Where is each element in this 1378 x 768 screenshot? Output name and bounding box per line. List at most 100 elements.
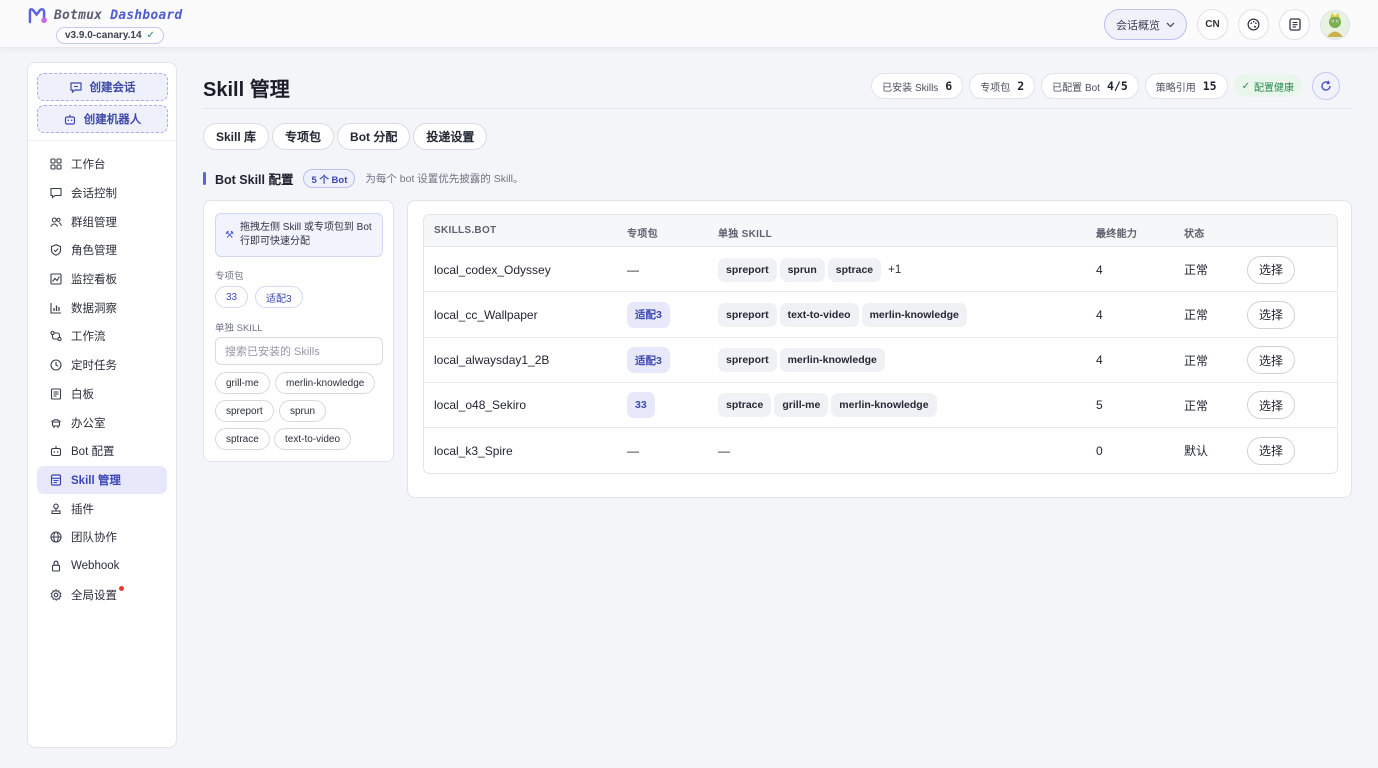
bar-chart-icon (50, 302, 61, 314)
pack-chip[interactable]: 33 (215, 286, 249, 308)
sidebar-item-label: 办公室 (71, 417, 106, 430)
tab-delivery-settings[interactable]: 投递设置 (413, 123, 488, 150)
column-header-bot: SKILLS.BOT (434, 225, 497, 236)
tab-bot-assignment[interactable]: Bot 分配 (337, 123, 411, 150)
language-button[interactable]: CN (1197, 9, 1228, 40)
palette-icon (1247, 18, 1260, 31)
select-button[interactable]: 选择 (1247, 391, 1295, 420)
avatar[interactable] (1320, 9, 1350, 40)
table-row[interactable]: local_alwaysday1_2B 适配3 spreport merlin-… (424, 338, 1337, 383)
notes-icon (1288, 18, 1301, 31)
sidebar-item-scheduled-tasks[interactable]: 定时任务 (37, 351, 167, 380)
sidebar-item-label: Webhook (71, 559, 120, 572)
session-overview-label: 会话概览 (1116, 19, 1160, 32)
capability-value: 0 (1096, 443, 1103, 458)
stat-policy-refs[interactable]: 策略引用 15 (1144, 73, 1228, 99)
sidebar-item-workflow[interactable]: 工作流 (37, 322, 167, 351)
refresh-button[interactable] (1312, 72, 1340, 100)
sidebar-item-insights[interactable]: 数据洞察 (37, 293, 167, 322)
bot-name: local_codex_Odyssey (434, 262, 551, 277)
gear-icon (50, 588, 62, 601)
sidebar-item-label: 群组管理 (71, 216, 117, 229)
tab-skill-library[interactable]: Skill 库 (203, 123, 270, 150)
table-row[interactable]: local_o48_Sekiro 33 sptrace grill-me mer… (424, 383, 1337, 429)
sidebar-item-label: 数据洞察 (71, 302, 117, 315)
status-value: 正常 (1184, 308, 1209, 323)
stat-installed-skills[interactable]: 已安装 Skills 6 (871, 73, 964, 99)
sidebar-item-skill-management[interactable]: Skill 管理 (37, 465, 167, 495)
app-title-suffix: Dashboard (110, 8, 183, 23)
status-value: 默认 (1184, 444, 1209, 459)
select-button[interactable]: 选择 (1247, 300, 1295, 329)
brand[interactable]: Botmux Dashboard (28, 7, 182, 24)
skill-chip[interactable]: sptrace (215, 428, 270, 450)
pack-chip[interactable]: 适配3 (255, 286, 303, 308)
skill-search-input[interactable]: 搜索已安装的 Skills (215, 337, 383, 365)
column-header-capability: 最终能力 (1096, 229, 1138, 240)
version-text: v3.9.0-canary.14 (65, 30, 142, 41)
table-row[interactable]: local_cc_Wallpaper 适配3 spreport text-to-… (424, 292, 1337, 338)
sidebar-item-webhook[interactable]: Webhook (37, 552, 167, 581)
capability-value: 4 (1096, 262, 1103, 277)
sidebar-item-roles[interactable]: 角色管理 (37, 236, 167, 265)
skill-chip[interactable]: text-to-video (274, 428, 352, 450)
sidebar-item-bot-config[interactable]: Bot 配置 (37, 437, 167, 466)
notes-button[interactable] (1279, 9, 1310, 40)
skill-chip[interactable]: grill-me (215, 372, 270, 394)
group-icon (50, 217, 62, 227)
bot-name: local_k3_Spire (434, 443, 513, 458)
sidebar-item-session-control[interactable]: 会话控制 (37, 179, 167, 208)
stat-configured-bots[interactable]: 已配置 Bot 4/5 (1041, 73, 1139, 99)
version-badge: v3.9.0-canary.14 ✓ (56, 27, 164, 44)
skill-chip[interactable]: spreport (215, 400, 274, 422)
create-session-button[interactable]: 创建会话 (37, 73, 168, 101)
skill-pill: merlin-knowledge (861, 302, 967, 327)
pack-cell: 33 (627, 383, 655, 428)
sidebar-item-team[interactable]: 团队协作 (37, 523, 167, 552)
health-label: 配置健康 (1254, 82, 1294, 94)
section-description: 为每个 bot 设置优先披露的 Skill。 (365, 173, 524, 185)
check-icon: ✓ (146, 30, 155, 41)
skill-list: spreport sprun sptrace +1 (718, 247, 901, 292)
sidebar-item-label: 角色管理 (71, 245, 117, 258)
sidebar-item-global-settings[interactable]: 全局设置 (37, 580, 167, 609)
bot-skill-panel: SKILLS.BOT 专项包 单独 SKILL 最终能力 状态 local_co… (407, 200, 1352, 498)
sidebar-item-label: 全局设置 (71, 589, 117, 602)
sidebar-item-groups[interactable]: 群组管理 (37, 207, 167, 236)
tab-bar: Skill 库 专项包 Bot 分配 投递设置 (203, 123, 488, 150)
sidebar-item-label: Skill 管理 (71, 474, 121, 487)
stat-packs[interactable]: 专项包 2 (969, 73, 1036, 99)
globe-icon (50, 531, 62, 543)
status-value: 正常 (1184, 353, 1209, 368)
sidebar-item-whiteboard[interactable]: 白板 (37, 380, 167, 409)
tab-packs[interactable]: 专项包 (272, 123, 335, 150)
select-button[interactable]: 选择 (1247, 436, 1295, 465)
table-row[interactable]: local_k3_Spire — — 0 默认 选择 (424, 428, 1337, 473)
sidebar-item-monitor[interactable]: 监控看板 (37, 265, 167, 294)
stat-label: 专项包 (980, 82, 1011, 94)
skill-icon (50, 474, 62, 486)
sidebar-item-office[interactable]: 办公室 (37, 408, 167, 437)
sidebar-item-workbench[interactable]: 工作台 (37, 150, 167, 179)
create-bot-button[interactable]: 创建机器人 (37, 105, 168, 133)
skill-pill: merlin-knowledge (779, 348, 885, 373)
sidebar-item-label: 会话控制 (71, 188, 117, 201)
app-title-prefix: Botmux (54, 8, 103, 23)
bot-count-badge: 5 个 Bot (303, 169, 356, 188)
skill-pill: merlin-knowledge (831, 393, 937, 418)
bot-icon (64, 114, 75, 125)
capability-value: 4 (1096, 307, 1103, 322)
page-title: Skill 管理 (203, 79, 290, 101)
session-overview-button[interactable]: 会话概览 (1104, 9, 1187, 40)
skill-pill: spreport (718, 257, 777, 282)
select-button[interactable]: 选择 (1247, 255, 1295, 284)
skill-chip[interactable]: merlin-knowledge (275, 372, 376, 394)
skill-chip[interactable]: sprun (279, 400, 327, 422)
sidebar-item-plugins[interactable]: 插件 (37, 494, 167, 523)
bot-name: local_alwaysday1_2B (434, 353, 550, 368)
theme-button[interactable] (1238, 9, 1269, 40)
table-row[interactable]: local_codex_Odyssey — spreport sprun spt… (424, 247, 1337, 293)
sidebar-item-label: 定时任务 (71, 360, 117, 373)
select-button[interactable]: 选择 (1247, 346, 1295, 375)
create-bot-label: 创建机器人 (83, 114, 142, 126)
